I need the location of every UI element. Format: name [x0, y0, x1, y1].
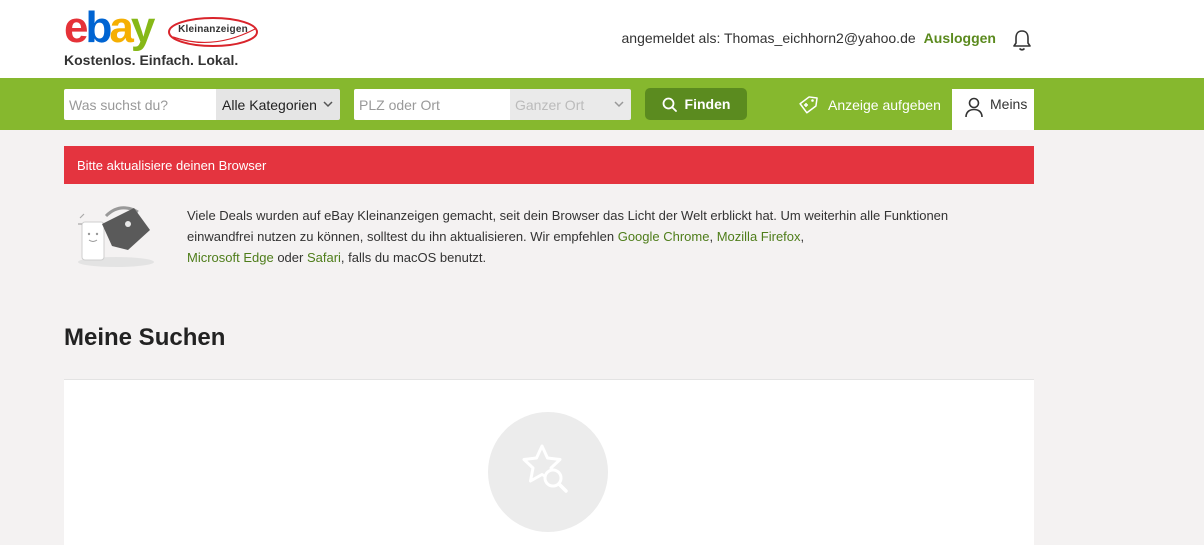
header: ebay Kleinanzeigen Kostenlos. Einfach. L…: [0, 0, 1204, 78]
empty-state-circle: [488, 412, 608, 532]
find-button[interactable]: Finden: [645, 88, 747, 120]
safari-link[interactable]: Safari: [307, 250, 341, 265]
location-input[interactable]: [354, 96, 511, 113]
radius-select[interactable]: Ganzer Ort: [510, 89, 631, 120]
browser-notice: Viele Deals wurden auf eBay Kleinanzeige…: [64, 192, 1034, 278]
chrome-link[interactable]: Google Chrome: [618, 229, 710, 244]
notice-text: Viele Deals wurden auf eBay Kleinanzeige…: [187, 205, 1017, 268]
post-ad-link[interactable]: Anzeige aufgeben: [797, 93, 941, 117]
notice-text-part: oder: [273, 250, 307, 265]
chevron-down-icon: [614, 101, 624, 108]
seal-text: Kleinanzeigen: [178, 24, 248, 35]
meins-tab[interactable]: Meins: [952, 89, 1034, 130]
tag-plus-icon: [799, 96, 818, 114]
category-value: Alle Kategorien: [222, 96, 317, 113]
slogan: Kostenlos. Einfach. Lokal.: [64, 52, 239, 68]
logo-letter-a: a: [109, 3, 134, 52]
bell-icon[interactable]: [1011, 28, 1033, 52]
notice-text-part: , falls du macOS benutzt.: [340, 250, 487, 265]
query-field[interactable]: [64, 89, 217, 120]
page-title: Meine Suchen: [64, 324, 226, 351]
search-bar: Alle Kategorien Ganzer Ort Finden Anzeig…: [0, 78, 1204, 130]
location-field[interactable]: [354, 89, 511, 120]
search-input[interactable]: [64, 96, 217, 113]
notice-sep: ,: [709, 229, 717, 244]
user-area: angemeldet als: Thomas_eichhorn2@yahoo.d…: [622, 30, 997, 46]
post-ad-label: Anzeige aufgeben: [828, 97, 941, 113]
alert-text: Bitte aktualisiere deinen Browser: [77, 157, 267, 173]
logged-in-label: angemeldet als: Thomas_eichhorn2@yahoo.d…: [621, 30, 916, 46]
firefox-link[interactable]: Mozilla Firefox: [717, 229, 801, 244]
browser-bag-icon: [78, 206, 154, 267]
kleinanzeigen-seal: Kleinanzeigen: [167, 15, 259, 49]
edge-link[interactable]: Microsoft Edge: [187, 250, 274, 265]
search-icon: [662, 97, 677, 112]
user-icon: [965, 97, 983, 118]
logo-letter-e: e: [64, 3, 89, 52]
old-browser-illustration: [76, 200, 158, 270]
bell-icon-svg: [1013, 30, 1031, 51]
saved-searches-panel: [64, 379, 1034, 545]
chevron-down-icon: [323, 101, 333, 108]
notice-text-part: Viele Deals wurden auf eBay Kleinanzeige…: [187, 208, 949, 244]
star-search-icon: [522, 444, 568, 493]
logo-wordmark: ebay: [64, 3, 156, 52]
notice-sep: ,: [800, 229, 805, 244]
category-select[interactable]: Alle Kategorien: [216, 89, 340, 120]
browser-alert: Bitte aktualisiere deinen Browser: [64, 146, 1034, 184]
logout-link[interactable]: Ausloggen: [924, 30, 996, 46]
ebay-kleinanzeigen-logo[interactable]: ebay Kleinanzeigen Kostenlos. Einfach. L…: [64, 6, 264, 70]
radius-value: Ganzer Ort: [515, 96, 585, 113]
logo-letter-b: b: [85, 3, 112, 52]
logo-letter-y: y: [130, 3, 156, 52]
meins-label: Meins: [990, 96, 1028, 112]
find-label: Finden: [684, 96, 731, 112]
